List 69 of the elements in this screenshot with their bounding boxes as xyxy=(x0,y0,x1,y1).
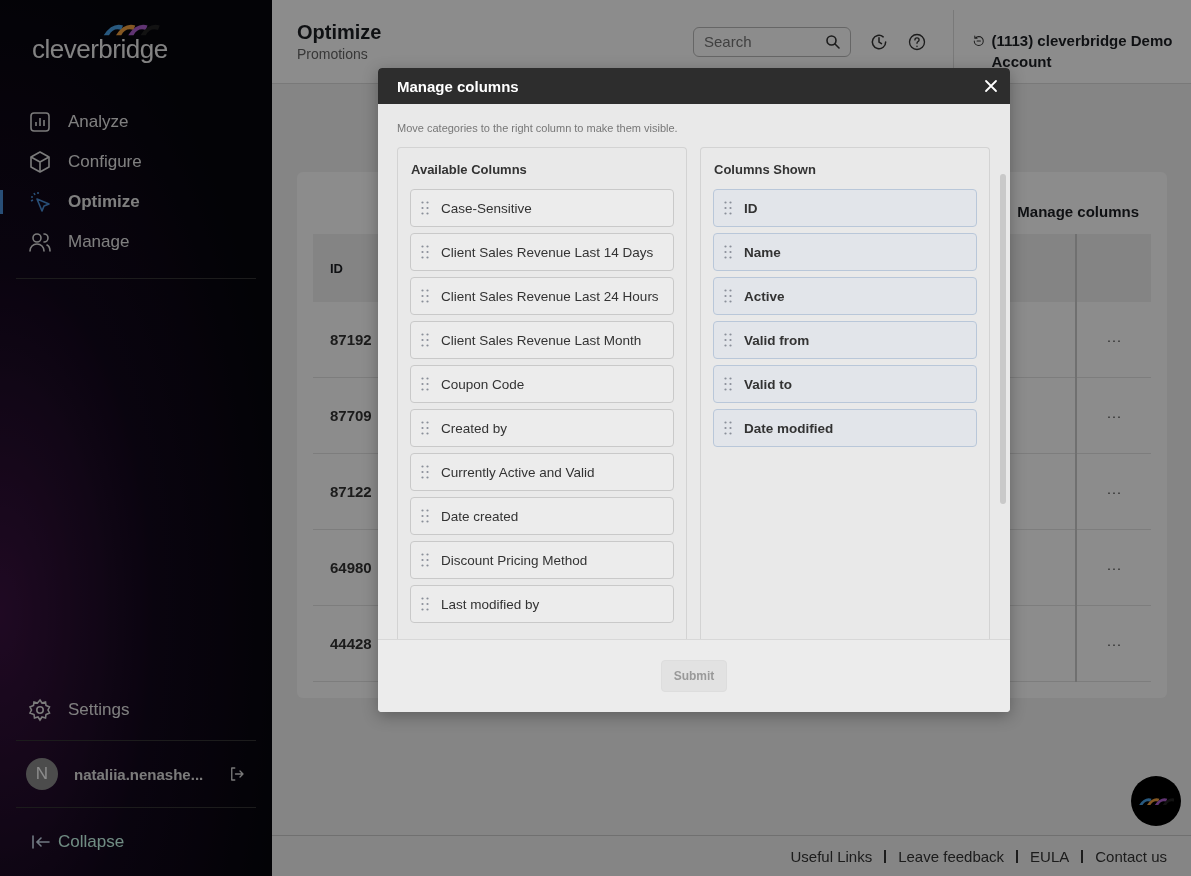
drag-handle-icon[interactable] xyxy=(421,245,429,259)
search-icon[interactable] xyxy=(825,33,841,50)
column-item[interactable]: ID xyxy=(713,189,977,227)
nav-item[interactable]: Analyze xyxy=(16,102,256,142)
column-item[interactable]: Valid from xyxy=(713,321,977,359)
column-item[interactable]: Coupon Code xyxy=(410,365,674,403)
column-item[interactable]: Client Sales Revenue Last 14 Days xyxy=(410,233,674,271)
drag-handle-icon[interactable] xyxy=(421,465,429,479)
more-actions-button[interactable]: ··· xyxy=(1106,483,1122,500)
column-item[interactable]: Discount Pricing Method xyxy=(410,541,674,579)
column-item[interactable]: Client Sales Revenue Last Month xyxy=(410,321,674,359)
column-item[interactable]: Case-Sensitive xyxy=(410,189,674,227)
column-item[interactable]: Active xyxy=(713,277,977,315)
user-name: nataliia.nenashe... xyxy=(74,765,205,783)
nav-item[interactable]: Configure xyxy=(16,142,256,182)
collapse-button[interactable]: Collapse xyxy=(16,808,256,876)
more-actions-button[interactable]: ··· xyxy=(1106,331,1122,348)
drag-handle-icon[interactable] xyxy=(724,289,732,303)
chart-icon xyxy=(28,110,52,134)
footer-link[interactable]: Contact us xyxy=(1095,847,1167,865)
drag-handle-icon[interactable] xyxy=(421,553,429,567)
page-title: Optimize xyxy=(297,21,383,44)
drag-handle-icon[interactable] xyxy=(724,421,732,435)
drag-handle-icon[interactable] xyxy=(421,597,429,611)
page-subtitle: Promotions xyxy=(297,46,369,62)
logout-icon[interactable] xyxy=(228,765,246,783)
drag-handle-icon[interactable] xyxy=(724,245,732,259)
column-item[interactable]: Currently Active and Valid xyxy=(410,453,674,491)
panel-title: Columns Shown xyxy=(713,161,817,179)
column-item[interactable]: Created by xyxy=(410,409,674,447)
dialog-title: Manage columns xyxy=(397,77,519,95)
brand-logo: cleverbridge xyxy=(32,34,168,65)
logo-arcs-icon xyxy=(1138,796,1174,806)
footer-link[interactable]: Useful Links xyxy=(790,847,873,865)
drag-handle-icon[interactable] xyxy=(421,509,429,523)
column-item[interactable]: Client Sales Revenue Last 24 Hours xyxy=(410,277,674,315)
drag-handle-icon[interactable] xyxy=(421,201,429,215)
gear-icon[interactable] xyxy=(28,698,52,722)
scrollbar[interactable] xyxy=(1000,174,1006,504)
more-actions-button[interactable]: ··· xyxy=(1106,635,1122,652)
column-item[interactable]: Valid to xyxy=(713,365,977,403)
panel-title: Available Columns xyxy=(410,161,528,179)
drag-handle-icon[interactable] xyxy=(724,377,732,391)
drag-handle-icon[interactable] xyxy=(421,377,429,391)
close-icon[interactable] xyxy=(984,79,998,93)
column-item[interactable]: Date created xyxy=(410,497,674,535)
cursor-icon xyxy=(28,190,52,214)
account-name[interactable]: (1113) cleverbridge Demo Account xyxy=(991,29,1175,72)
dialog-hint: Move categories to the right column to make them visible. xyxy=(397,121,679,136)
cube-icon xyxy=(28,150,52,174)
column-item[interactable]: Name xyxy=(713,233,977,271)
column-item[interactable]: Last modified by xyxy=(410,585,674,623)
settings-item[interactable]: Settings xyxy=(16,680,256,741)
drag-handle-icon[interactable] xyxy=(724,333,732,347)
drag-handle-icon[interactable] xyxy=(421,333,429,347)
search-field[interactable]: Search xyxy=(693,26,851,57)
drag-handle-icon[interactable] xyxy=(421,289,429,303)
footer-link[interactable]: EULA xyxy=(1030,847,1070,865)
footer-link[interactable]: Leave feedback xyxy=(898,847,1005,865)
help-icon[interactable] xyxy=(907,31,927,52)
more-actions-button[interactable]: ··· xyxy=(1106,559,1122,576)
drag-handle-icon[interactable] xyxy=(421,421,429,435)
user-avatar: N xyxy=(26,758,58,790)
nav-item[interactable]: Manage xyxy=(16,222,256,262)
users-icon xyxy=(28,230,52,254)
collapse-icon[interactable] xyxy=(32,835,50,849)
column-item[interactable]: Date modified xyxy=(713,409,977,447)
more-actions-button[interactable]: ··· xyxy=(1106,407,1122,424)
drag-handle-icon[interactable] xyxy=(724,201,732,215)
